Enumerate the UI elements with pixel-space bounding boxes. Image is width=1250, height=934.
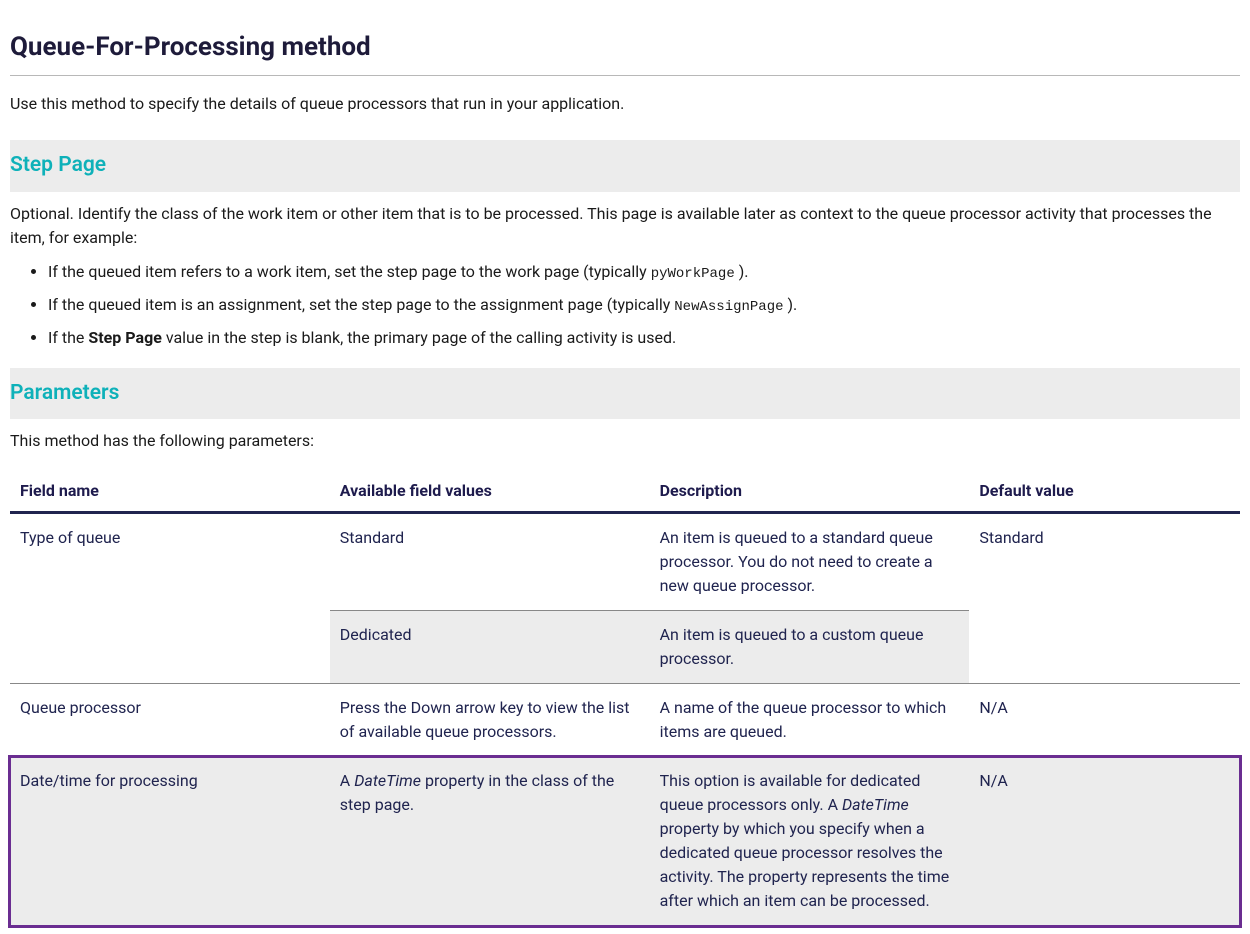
cell-default: N/A (969, 684, 1240, 757)
header-description: Description (650, 471, 970, 513)
cell-field: Queue processor (10, 684, 330, 757)
cell-desc: An item is queued to a custom queue proc… (650, 611, 970, 684)
parameters-lead: This method has the following parameters… (10, 429, 1240, 453)
code-literal: pyWorkPage (651, 266, 735, 282)
table-row: Type of queue Standard An item is queued… (10, 513, 1240, 611)
page-title: Queue-For-Processing method (10, 28, 1240, 67)
datetime-italic: DateTime (354, 771, 421, 790)
datetime-italic: DateTime (842, 795, 909, 814)
list-text: If the (48, 328, 88, 347)
cell-value: A DateTime property in the class of the … (330, 757, 650, 926)
step-page-strong: Step Page (88, 328, 161, 347)
step-page-list: If the queued item refers to a work item… (10, 260, 1240, 350)
list-item: If the Step Page value in the step is bl… (48, 326, 1240, 350)
header-available-values: Available field values (330, 471, 650, 513)
cell-value: Standard (330, 513, 650, 611)
cell-desc: A name of the queue processor to which i… (650, 684, 970, 757)
list-item: If the queued item refers to a work item… (48, 260, 1240, 285)
parameters-table: Field name Available field values Descri… (10, 471, 1240, 926)
step-page-heading: Step Page (10, 140, 1240, 192)
cell-field: Type of queue (10, 513, 330, 684)
cell-field: Date/time for processing (10, 757, 330, 926)
list-text: value in the step is blank, the primary … (162, 328, 676, 347)
cell-desc: An item is queued to a standard queue pr… (650, 513, 970, 611)
list-text: ). (784, 295, 798, 314)
list-text: If the queued item refers to a work item… (48, 262, 651, 281)
cell-value: Press the Down arrow key to view the lis… (330, 684, 650, 757)
table-row-highlighted: Date/time for processing A DateTime prop… (10, 757, 1240, 926)
list-text: If the queued item is an assignment, set… (48, 295, 674, 314)
header-field-name: Field name (10, 471, 330, 513)
table-header-row: Field name Available field values Descri… (10, 471, 1240, 513)
step-page-lead: Optional. Identify the class of the work… (10, 202, 1240, 250)
header-default-value: Default value (969, 471, 1240, 513)
cell-text: A (340, 771, 354, 790)
table-row: Queue processor Press the Down arrow key… (10, 684, 1240, 757)
intro-paragraph: Use this method to specify the details o… (10, 92, 1240, 116)
cell-default: Standard (969, 513, 1240, 684)
cell-desc: This option is available for dedicated q… (650, 757, 970, 926)
title-divider (10, 75, 1240, 76)
code-literal: NewAssignPage (674, 299, 783, 315)
cell-default: N/A (969, 757, 1240, 926)
parameters-heading: Parameters (10, 368, 1240, 420)
list-text: ). (735, 262, 749, 281)
cell-text: property by which you specify when a ded… (660, 819, 950, 910)
list-item: If the queued item is an assignment, set… (48, 293, 1240, 318)
cell-value: Dedicated (330, 611, 650, 684)
